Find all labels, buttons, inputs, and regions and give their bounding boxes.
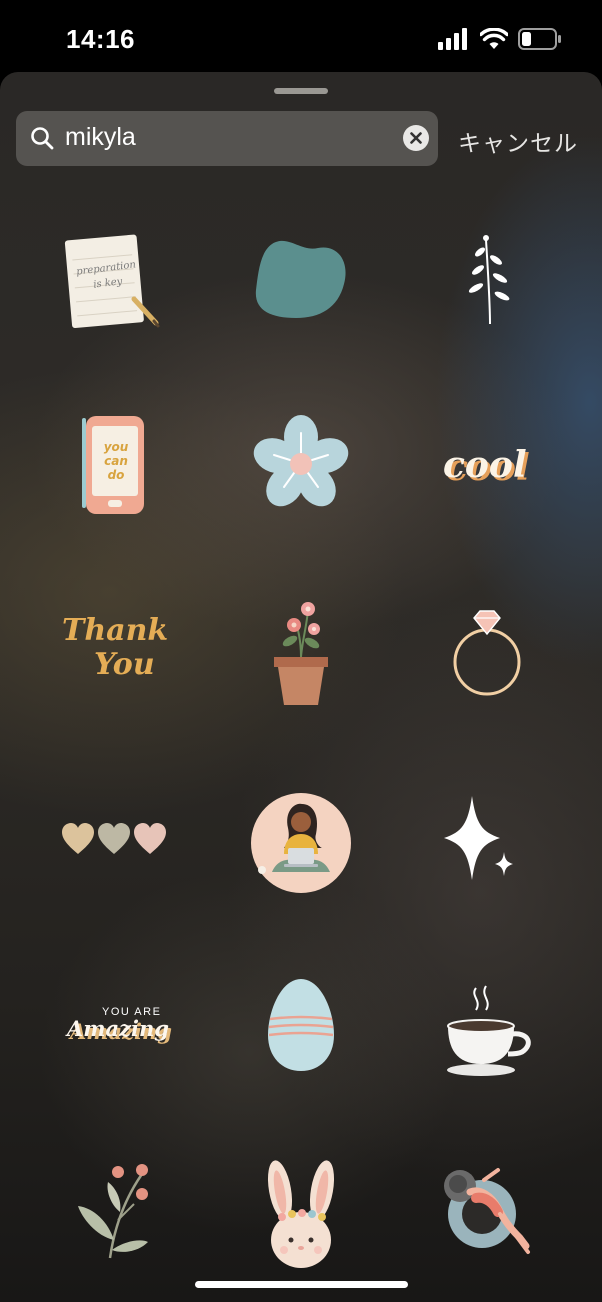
sticker-you-are-amazing[interactable]: YOU ARE Amazing Amazing: [62, 1002, 172, 1050]
sticker-sheet: mikyla キャンセル preparation is key you can …: [0, 72, 602, 1302]
cancel-button[interactable]: キャンセル: [458, 124, 578, 158]
bunny-icon: [267, 1160, 335, 1268]
girl-with-laptop-icon: [251, 793, 351, 893]
sticker-berry-branch[interactable]: [74, 1160, 154, 1260]
search-icon: [31, 127, 54, 150]
hearts-icon: [62, 823, 166, 854]
phone-text-line: can: [104, 454, 128, 468]
search-bar[interactable]: mikyla: [16, 111, 438, 166]
thank-text-line: You: [94, 647, 155, 682]
amazing-text: Amazing: [67, 1016, 169, 1041]
cool-text: cool: [443, 444, 527, 486]
phone-text-line: do: [107, 468, 125, 482]
blob-shape-icon: [255, 240, 346, 318]
coffee-cup-icon: [447, 985, 531, 1076]
search-input[interactable]: mikyla: [65, 123, 136, 152]
potted-plant-icon: [274, 602, 328, 705]
swimmer-icon: [444, 1168, 530, 1254]
berry-branch-icon: [78, 1164, 148, 1259]
sticker-swimmer[interactable]: [440, 1162, 536, 1262]
clear-search-button[interactable]: [403, 125, 429, 151]
sticker-hearts[interactable]: [60, 822, 168, 858]
status-icons: [438, 28, 562, 50]
sheet-grabber[interactable]: [274, 88, 328, 94]
sparkle-icon: [444, 796, 513, 880]
sticker-bunny[interactable]: [262, 1160, 340, 1270]
sticker-flower[interactable]: [252, 415, 350, 513]
diamond-ring-icon: [453, 610, 521, 696]
battery-icon: [518, 28, 561, 50]
easter-egg-icon: [268, 979, 334, 1071]
sticker-girl-laptop[interactable]: [250, 792, 352, 894]
thank-you-text: Thank You: [62, 614, 168, 682]
phone-text: you can do: [100, 440, 132, 482]
phone-text-line: you: [103, 440, 129, 454]
cellular-signal-icon: [438, 28, 467, 50]
sticker-diamond-ring[interactable]: [450, 608, 524, 698]
sticker-botanical-sprig[interactable]: [460, 232, 520, 327]
sticker-coffee-cup[interactable]: [442, 984, 536, 1080]
sticker-thank-you[interactable]: Thank You: [60, 612, 170, 692]
home-indicator[interactable]: [195, 1281, 408, 1288]
sticker-teal-blob[interactable]: [250, 234, 350, 322]
wifi-icon: [480, 28, 508, 49]
sticker-easter-egg[interactable]: [266, 977, 336, 1073]
leaf-sprig-icon: [468, 235, 510, 325]
close-icon: [410, 132, 422, 144]
sticker-sparkles[interactable]: [442, 794, 514, 884]
sticker-cool-text[interactable]: cool cool: [440, 437, 540, 497]
thank-text-line: Thank: [62, 613, 169, 648]
status-bar: 14:16: [0, 0, 602, 72]
sticker-notepad[interactable]: preparation is key: [58, 227, 168, 332]
flower-icon: [253, 415, 349, 507]
status-time: 14:16: [66, 24, 135, 54]
sticker-potted-plant[interactable]: [268, 597, 334, 709]
sticker-phone[interactable]: you can do: [80, 412, 150, 517]
